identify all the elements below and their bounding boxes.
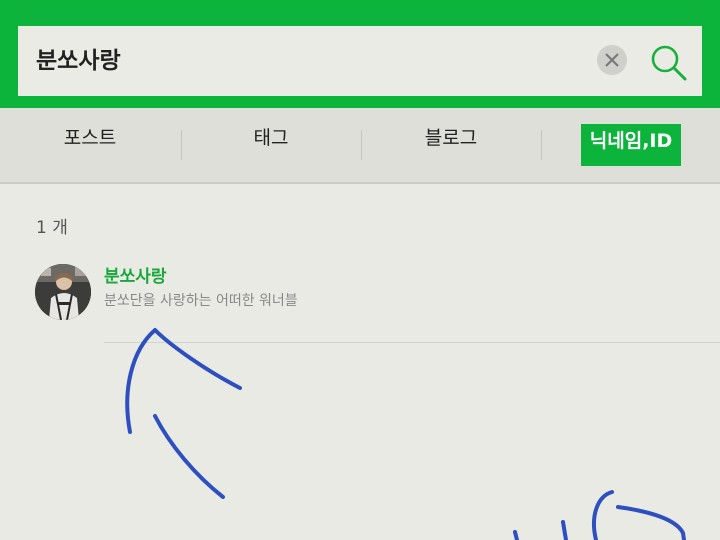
result-nickname[interactable]: 분쏘사랑 <box>104 262 167 287</box>
search-header: 분쏘사랑 <box>0 0 720 108</box>
tab-divider <box>541 130 542 160</box>
row-divider <box>104 342 720 343</box>
search-icon <box>651 45 687 81</box>
tab-blogs[interactable]: 블로그 <box>361 108 541 168</box>
result-count: 1 개 <box>36 218 68 238</box>
list-item[interactable]: 분쏘사랑 분쏘단을 사랑하는 어떠한 워너블 <box>0 255 720 343</box>
result-description: 분쏘단을 사랑하는 어떠한 워너블 <box>104 293 298 309</box>
tab-posts[interactable]: 포스트 <box>0 108 180 168</box>
search-category-tabs: 포스트 태그 블로그 닉네임,ID <box>0 108 720 184</box>
avatar[interactable] <box>35 264 91 320</box>
clear-search-button[interactable] <box>597 45 627 75</box>
profile-photo <box>35 264 91 320</box>
tab-nickname-id[interactable]: 닉네임,ID <box>581 124 681 166</box>
search-input[interactable]: 분쏘사랑 <box>18 26 702 96</box>
search-button[interactable] <box>646 40 690 84</box>
tab-tags[interactable]: 태그 <box>181 108 361 168</box>
close-icon <box>605 53 619 67</box>
search-query-text: 분쏘사랑 <box>36 48 121 74</box>
